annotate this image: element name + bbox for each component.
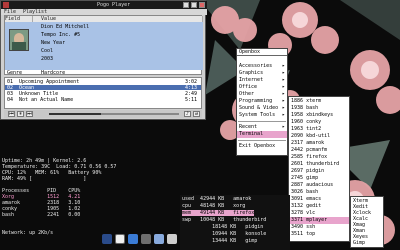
- app-icon: [3, 2, 9, 8]
- list-item[interactable]: 01 Upcoming Appointment 3:02: [5, 79, 201, 85]
- menu-item-process[interactable]: 3490 ssh: [289, 224, 349, 231]
- browser-icon[interactable]: [128, 234, 138, 244]
- menu-separator: [238, 140, 286, 141]
- menu-item-process-selected[interactable]: 3371 mplayer: [289, 217, 349, 224]
- memory-monitor: used 42944 KB amarok cpu 48148 KB xorg m…: [180, 195, 290, 250]
- volume-icon[interactable]: ♪: [184, 111, 191, 117]
- table-row[interactable]: Dion Ed Mitchell: [5, 24, 203, 30]
- tag-table: Field Value Dion Ed Mitchell Tempo Inc. …: [4, 15, 203, 76]
- menu-item-process[interactable]: 1886 xterm: [289, 98, 349, 105]
- menu-item-office[interactable]: Office ▸: [237, 84, 287, 91]
- table-row[interactable]: Genre Hardcore: [5, 70, 203, 76]
- document-icon[interactable]: [115, 234, 125, 244]
- list-item[interactable]: 04 Not an Actual Name 5:11: [5, 97, 201, 103]
- menu-item-other[interactable]: Other ▸: [237, 91, 287, 98]
- menu-item-process[interactable]: 2442 pcmanfm: [289, 147, 349, 154]
- table-row[interactable]: New Year: [5, 40, 203, 46]
- menu-item-process[interactable]: 3511 top: [289, 231, 349, 238]
- window-title: Pogo Player: [97, 2, 131, 8]
- menu-item-process[interactable]: 3278 vlc: [289, 210, 349, 217]
- menu-item-process[interactable]: 2601 thunderbird: [289, 161, 349, 168]
- previous-button[interactable]: ⏮: [8, 111, 15, 117]
- menu-header: Openbox: [237, 49, 287, 56]
- taskbar: [100, 232, 190, 246]
- window-titlebar[interactable]: Pogo Player: [1, 1, 207, 9]
- process-submenu: 1886 xterm 1938 bash 1958 xbindkeys 1960…: [288, 96, 350, 242]
- maximize-icon[interactable]: [191, 2, 197, 8]
- seek-progress: [49, 113, 101, 115]
- menu-item-process[interactable]: 1963 tint2: [289, 126, 349, 133]
- system-monitor: Uptime: 2h 49m | Kernel: 2.6 Temperature…: [2, 158, 117, 218]
- menu-item-programming[interactable]: Programming ▸: [237, 98, 287, 105]
- pause-button[interactable]: ⏸: [17, 111, 24, 117]
- menu-item-process[interactable]: 2887 audacious: [289, 182, 349, 189]
- playlist: 01 Upcoming Appointment 3:02 02 Ocean 4:…: [4, 77, 202, 109]
- network-icon[interactable]: [154, 234, 164, 244]
- terminal-icon[interactable]: [102, 234, 112, 244]
- menu-item-process[interactable]: 2585 firefox: [289, 154, 349, 161]
- menu-item-process[interactable]: 1938 bash: [289, 105, 349, 112]
- list-item[interactable]: 03 Unknown Title 2:49: [5, 91, 201, 97]
- table-row[interactable]: Cool: [5, 48, 203, 54]
- menu-item-system-tools[interactable]: System Tools ▸: [237, 112, 287, 119]
- menu-item-graphics[interactable]: Graphics ▸: [237, 70, 287, 77]
- menu-item-accessories[interactable]: Accessories ▸: [237, 63, 287, 70]
- menu-item-process[interactable]: 2697 pidgin: [289, 168, 349, 175]
- menu-item-sound-video[interactable]: Sound & Video ▸: [237, 105, 287, 112]
- menu-item-exit[interactable]: Exit Openbox: [237, 143, 287, 150]
- transport-bar: ⏮ ⏸ ⏭ ♪ ⇄: [4, 110, 202, 118]
- menu-item-process[interactable]: 3132 gedit: [289, 203, 349, 210]
- player-window: Pogo Player File Playlist Field Value Di…: [0, 0, 207, 120]
- menu-item-process[interactable]: 3026 bash: [289, 189, 349, 196]
- menu-item-recent[interactable]: Recent ▸: [237, 124, 287, 131]
- volume-tray-icon[interactable]: [167, 234, 177, 244]
- menu-item-terminal[interactable]: Terminal: [237, 131, 287, 138]
- next-button[interactable]: ⏭: [26, 111, 33, 117]
- menu-item-process[interactable]: 1958 xbindkeys: [289, 112, 349, 119]
- menu-item-internet[interactable]: Internet ▸: [237, 77, 287, 84]
- menu-item-process[interactable]: 3091 emacs: [289, 196, 349, 203]
- close-icon[interactable]: [199, 2, 205, 8]
- list-item-playing[interactable]: 02 Ocean 4:13: [5, 85, 201, 91]
- menu-item-process[interactable]: 2317 amarok: [289, 140, 349, 147]
- shuffle-icon[interactable]: ⇄: [193, 111, 200, 117]
- menu-item-process[interactable]: 1960 conky: [289, 119, 349, 126]
- applications-submenu: Xterm Xedit Xclock Xcalc Xmag Xman Xeyes…: [350, 196, 384, 248]
- menu-item-gimp[interactable]: Gimp: [351, 240, 383, 247]
- album-cover: [9, 29, 29, 51]
- table-row[interactable]: 2003: [5, 56, 203, 62]
- menu-item-process[interactable]: 2745 gimp: [289, 175, 349, 182]
- openbox-menu: Openbox Accessories ▸ Graphics ▸ Internet ▸…: [236, 48, 288, 156]
- minimize-icon[interactable]: [183, 2, 189, 8]
- settings-icon[interactable]: [141, 234, 151, 244]
- menu-separator: [238, 121, 286, 122]
- table-row[interactable]: Tempo Inc. #5: [5, 32, 203, 38]
- menu-item-process[interactable]: 2090 kbd-util: [289, 133, 349, 140]
